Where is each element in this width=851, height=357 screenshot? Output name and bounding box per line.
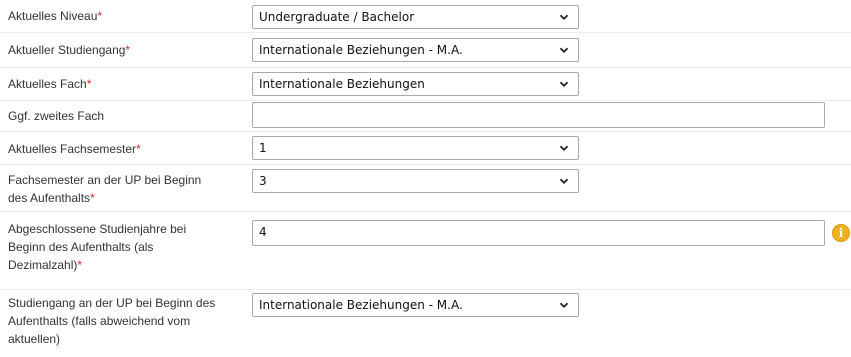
required-marker: * [77, 258, 83, 272]
chevron-down-icon [559, 145, 569, 151]
required-marker: * [136, 142, 141, 156]
field-label-text: Aktuelles Niveau [8, 9, 98, 23]
zweites-fach-input[interactable] [252, 102, 825, 128]
field-label: Aktuelles Niveau* [8, 7, 233, 25]
form-row-aktuelles-fachsemester: Aktuelles Fachsemester* 1 [0, 131, 851, 164]
form-row-studiengang-up: Studiengang an der UP bei Beginn des Auf… [0, 289, 851, 357]
field-label-text: Aktuelles Fach [8, 77, 87, 91]
field-label-text: Studiengang an der UP bei Beginn des Auf… [8, 296, 216, 346]
field-label: Aktueller Studiengang* [8, 41, 233, 59]
form-row-studienjahre: Abgeschlossene Studienjahre bei Beginn d… [0, 211, 851, 289]
required-marker: * [90, 191, 95, 205]
form-row-aktueller-studiengang: Aktueller Studiengang* Internationale Be… [0, 32, 851, 67]
select-value: 1 [259, 141, 267, 155]
aktuelles-niveau-select[interactable]: Undergraduate / Bachelor [252, 5, 579, 29]
form-row-aktuelles-niveau: Aktuelles Niveau* Undergraduate / Bachel… [0, 0, 851, 32]
chevron-down-icon [559, 178, 569, 184]
fachsemester-up-select[interactable]: 3 [252, 169, 579, 193]
chevron-down-icon [559, 81, 569, 87]
aktueller-studiengang-select[interactable]: Internationale Beziehungen - M.A. [252, 38, 579, 62]
select-value: Internationale Beziehungen - M.A. [259, 43, 463, 57]
field-label: Aktuelles Fach* [8, 75, 233, 93]
form-row-fachsemester-up: Fachsemester an der UP bei Beginn des Au… [0, 164, 851, 211]
select-value: 3 [259, 174, 267, 188]
info-icon[interactable]: i [832, 224, 850, 242]
field-label: Abgeschlossene Studienjahre bei Beginn d… [8, 220, 223, 274]
form-row-aktuelles-fach: Aktuelles Fach* Internationale Beziehung… [0, 67, 851, 100]
field-label-text: Aktueller Studiengang [8, 43, 126, 57]
form-row-zweites-fach: Ggf. zweites Fach [0, 100, 851, 131]
chevron-down-icon [559, 302, 569, 308]
select-value: Internationale Beziehungen [259, 77, 425, 91]
aktuelles-fachsemester-select[interactable]: 1 [252, 136, 579, 160]
field-label-text: Aktuelles Fachsemester [8, 142, 137, 156]
field-label-text: Fachsemester an der UP bei Beginn des Au… [8, 173, 202, 205]
aktuelles-fach-select[interactable]: Internationale Beziehungen [252, 72, 579, 96]
required-marker: * [125, 43, 131, 57]
field-label-text: Abgeschlossene Studienjahre bei Beginn d… [8, 222, 187, 272]
field-label-text: Ggf. zweites Fach [8, 109, 105, 123]
select-value: Undergraduate / Bachelor [259, 10, 415, 24]
study-info-form: Aktuelles Niveau* Undergraduate / Bachel… [0, 0, 851, 357]
studienjahre-input[interactable]: 4 [252, 220, 825, 246]
required-marker: * [97, 9, 103, 23]
field-label: Fachsemester an der UP bei Beginn des Au… [8, 171, 208, 207]
chevron-down-icon [559, 47, 569, 53]
chevron-down-icon [559, 14, 569, 20]
input-value: 4 [259, 225, 267, 239]
field-label: Studiengang an der UP bei Beginn des Auf… [8, 294, 228, 348]
studiengang-up-select[interactable]: Internationale Beziehungen - M.A. [252, 293, 579, 317]
field-label: Ggf. zweites Fach [8, 107, 233, 125]
required-marker: * [86, 77, 92, 91]
select-value: Internationale Beziehungen - M.A. [259, 298, 463, 312]
field-label: Aktuelles Fachsemester* [8, 140, 233, 158]
